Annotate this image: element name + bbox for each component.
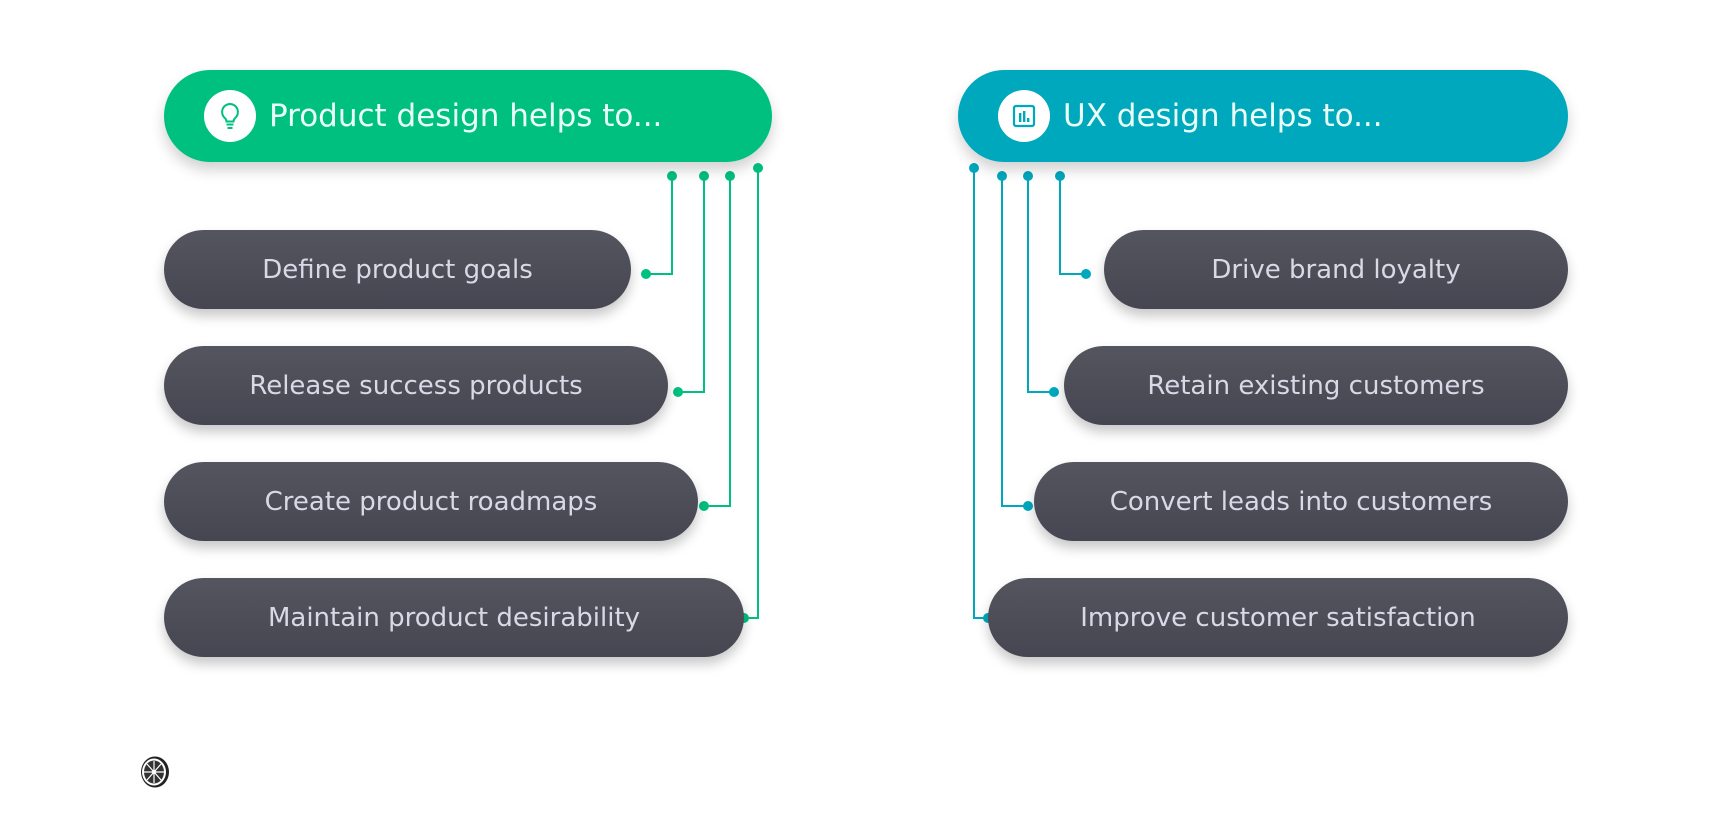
ux-connector-end-dot (1023, 501, 1033, 511)
product-design-header: Product design helps to... (164, 70, 772, 162)
ux-design-header: UX design helps to... (958, 70, 1568, 162)
item-label: Create product roadmaps (264, 486, 598, 517)
item-label: Maintain product desirability (267, 602, 641, 633)
ux-design-title: UX design helps to... (1063, 98, 1383, 134)
item-label: Define product goals (262, 254, 533, 285)
product-connector-line (744, 168, 759, 619)
item-label: Release success products (249, 370, 583, 401)
ux-connector-line (973, 168, 988, 619)
item-label: Drive brand loyalty (1211, 254, 1461, 285)
ux-item: Convert leads into customers (1034, 462, 1568, 541)
product-item: Define product goals (164, 230, 631, 309)
ux-connector-start-dot (1023, 171, 1033, 181)
lightbulb-icon (204, 90, 256, 142)
ux-connector-start-dot (997, 171, 1007, 181)
ux-item: Improve customer satisfaction (988, 578, 1568, 657)
item-label: Convert leads into customers (1109, 486, 1493, 517)
bar-chart-icon (998, 90, 1050, 142)
product-connector-start-dot (667, 171, 677, 181)
product-design-title: Product design helps to... (269, 98, 663, 134)
item-label: Improve customer satisfaction (1080, 602, 1476, 633)
ux-connector-end-dot (1081, 269, 1091, 279)
ux-connector-start-dot (1055, 171, 1065, 181)
product-connector-start-dot (753, 163, 763, 173)
product-connector-line (646, 176, 673, 275)
ux-connector-end-dot (1049, 387, 1059, 397)
product-item: Release success products (164, 346, 668, 425)
ux-item: Drive brand loyalty (1104, 230, 1568, 309)
ux-connector-start-dot (969, 163, 979, 173)
product-connector-line (678, 176, 705, 393)
product-connector-start-dot (699, 171, 709, 181)
product-connector-end-dot (699, 501, 709, 511)
citrus-slice-logo-icon (141, 756, 169, 788)
ux-connector-line (1059, 176, 1086, 275)
product-connector-line (704, 176, 731, 507)
ux-connector-line (1027, 176, 1054, 393)
product-connector-end-dot (641, 269, 651, 279)
product-connector-start-dot (725, 171, 735, 181)
item-label: Retain existing customers (1147, 370, 1485, 401)
product-item: Maintain product desirability (164, 578, 744, 657)
product-connector-end-dot (673, 387, 683, 397)
ux-connector-line (1001, 176, 1028, 507)
ux-item: Retain existing customers (1064, 346, 1568, 425)
product-item: Create product roadmaps (164, 462, 698, 541)
